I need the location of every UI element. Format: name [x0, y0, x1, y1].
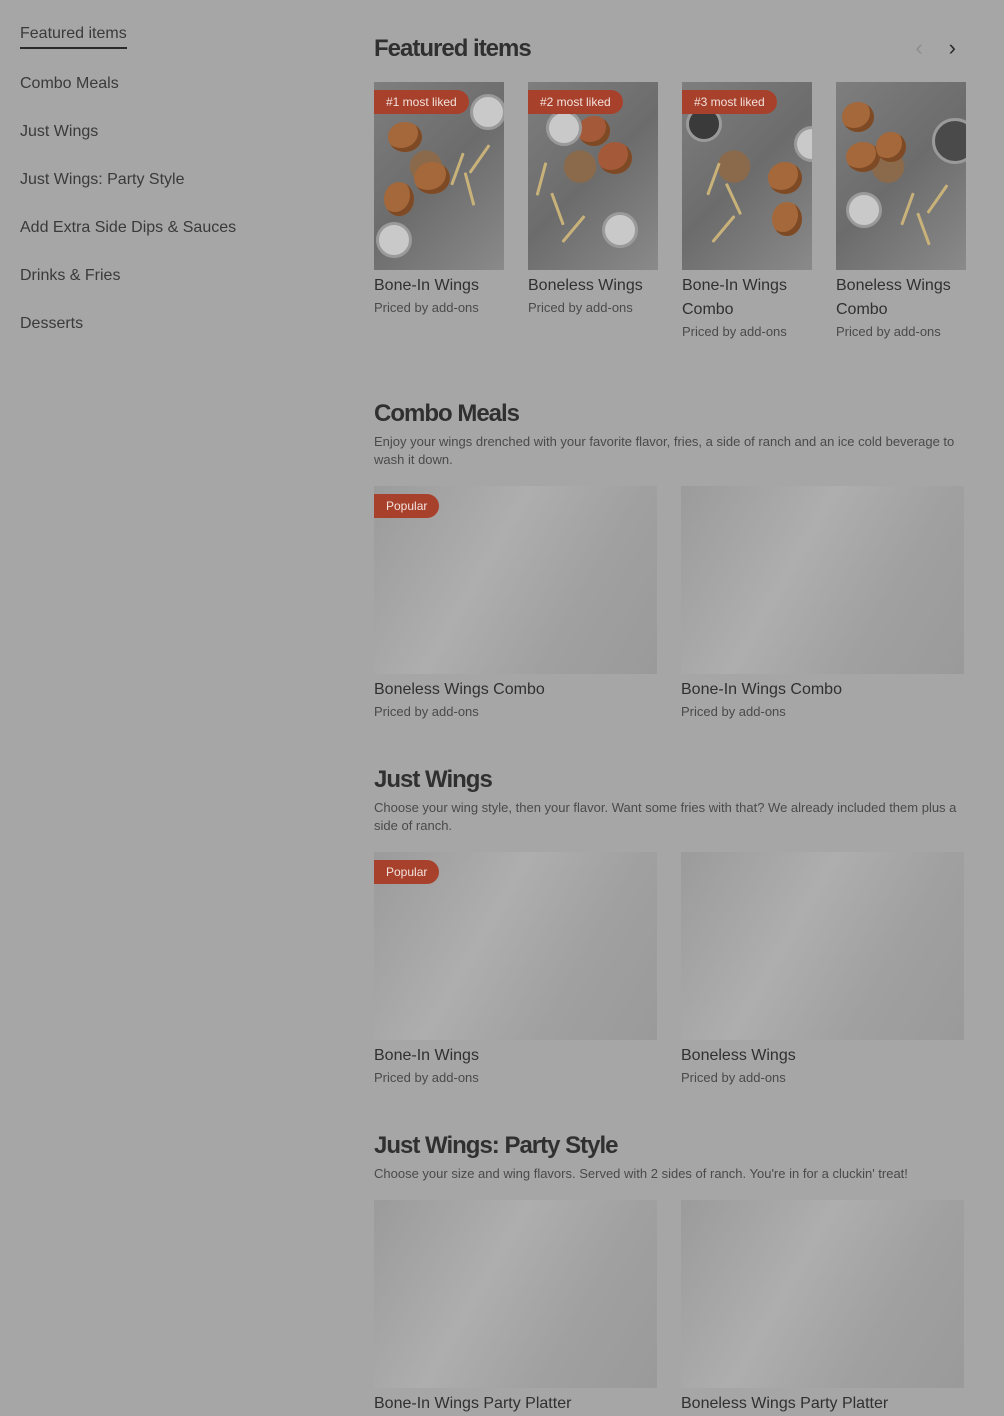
item-price: Priced by add-ons	[374, 704, 479, 719]
featured-item-card[interactable]: #2 most liked Boneless Wings Priced by a…	[528, 82, 658, 395]
menu-item-card[interactable]: Popular Boneless Wings Combo Priced by a…	[374, 486, 657, 761]
featured-carousel: #1 most liked Bone-In Wings Priced by ad…	[374, 82, 966, 395]
item-image: #2 most liked	[528, 82, 658, 270]
featured-section: Featured items ‹ › #1 most liked Bone-In…	[374, 30, 966, 395]
item-price: Priced by add-ons	[374, 1070, 479, 1085]
menu-item-card[interactable]: Boneless Wings Party Platter	[681, 1200, 964, 1416]
item-image	[681, 1200, 964, 1388]
item-name: Bone-In Wings	[374, 277, 479, 294]
popular-badge: Popular	[374, 860, 440, 884]
sidebar-item-desserts[interactable]: Desserts	[20, 310, 320, 358]
item-grid: Popular Boneless Wings Combo Priced by a…	[374, 486, 964, 761]
menu-item-card[interactable]: Bone-In Wings Combo Priced by add-ons	[681, 486, 964, 761]
sidebar-item-combo-meals[interactable]: Combo Meals	[20, 70, 320, 118]
item-name: Boneless Wings Combo	[374, 681, 545, 698]
sidebar-item-side-dips[interactable]: Add Extra Side Dips & Sauces	[20, 214, 320, 262]
sidebar-item-featured-items[interactable]: Featured items	[20, 20, 320, 70]
section-description: Choose your wing style, then your flavor…	[374, 800, 957, 833]
sidebar-item-label: Combo Meals	[20, 75, 119, 92]
rank-badge: #2 most liked	[528, 90, 623, 114]
item-image: #3 most liked	[682, 82, 812, 270]
sidebar-item-label: Add Extra Side Dips & Sauces	[20, 219, 237, 236]
item-price: Priced by add-ons	[681, 1070, 786, 1085]
section-title: Combo Meals	[374, 400, 520, 427]
rank-badge: #1 most liked	[374, 90, 469, 114]
sidebar-item-drinks-fries[interactable]: Drinks & Fries	[20, 262, 320, 310]
item-price: Priced by add-ons	[528, 300, 633, 315]
category-sidebar: Featured items Combo Meals Just Wings Ju…	[20, 20, 320, 358]
menu-item-card[interactable]: Boneless Wings Priced by add-ons	[681, 852, 964, 1127]
item-price: Priced by add-ons	[374, 300, 479, 315]
item-name: Boneless Wings Combo	[836, 277, 951, 318]
featured-header: Featured items ‹ ›	[374, 30, 964, 82]
section-description: Choose your size and wing flavors. Serve…	[374, 1166, 908, 1181]
item-name: Bone-In Wings Party Platter	[374, 1395, 572, 1412]
item-image	[374, 1200, 657, 1388]
section-description: Enjoy your wings drenched with your favo…	[374, 434, 955, 467]
item-price: Priced by add-ons	[836, 324, 941, 339]
section-title: Just Wings	[374, 766, 493, 793]
item-grid: Popular Bone-In Wings Priced by add-ons …	[374, 852, 964, 1127]
rank-badge: #3 most liked	[682, 90, 777, 114]
just-wings-section: Just Wings Choose your wing style, then …	[374, 761, 964, 1127]
section-title: Just Wings: Party Style	[374, 1132, 619, 1159]
sidebar-item-just-wings[interactable]: Just Wings	[20, 118, 320, 166]
item-name: Boneless Wings Party Platter	[681, 1395, 889, 1412]
item-grid: Bone-In Wings Party Platter Boneless Win…	[374, 1200, 964, 1416]
item-image: #1 most liked	[374, 82, 504, 270]
party-style-section: Just Wings: Party Style Choose your size…	[374, 1127, 964, 1416]
item-image	[681, 486, 964, 674]
section-title: Featured items	[374, 35, 532, 62]
item-price: Priced by add-ons	[681, 704, 786, 719]
carousel-nav: ‹ ›	[915, 36, 956, 60]
featured-item-card[interactable]: #1 most liked Bone-In Wings Priced by ad…	[374, 82, 504, 395]
chevron-left-icon[interactable]: ‹	[915, 36, 922, 60]
featured-item-card[interactable]: #3 most liked Bone-In Wings Combo Priced…	[682, 82, 812, 395]
item-name: Bone-In Wings	[374, 1047, 479, 1064]
popular-badge: Popular	[374, 494, 440, 518]
sidebar-item-label: Desserts	[20, 315, 84, 332]
item-image	[836, 82, 966, 270]
menu-content: Featured items ‹ › #1 most liked Bone-In…	[374, 30, 966, 1416]
sidebar-item-label: Just Wings	[20, 123, 99, 140]
chevron-right-icon[interactable]: ›	[949, 36, 956, 60]
menu-item-card[interactable]: Popular Bone-In Wings Priced by add-ons	[374, 852, 657, 1127]
item-name: Boneless Wings	[681, 1047, 796, 1064]
combo-meals-section: Combo Meals Enjoy your wings drenched wi…	[374, 395, 964, 761]
item-image	[681, 852, 964, 1040]
featured-item-card[interactable]: Boneless Wings Combo Priced by add-ons	[836, 82, 966, 395]
sidebar-item-label: Featured items	[20, 21, 127, 49]
item-name: Bone-In Wings Combo	[682, 277, 787, 318]
sidebar-item-label: Drinks & Fries	[20, 267, 121, 284]
sidebar-item-party-style[interactable]: Just Wings: Party Style	[20, 166, 320, 214]
item-name: Boneless Wings	[528, 277, 643, 294]
item-price: Priced by add-ons	[682, 324, 787, 339]
sidebar-item-label: Just Wings: Party Style	[20, 171, 185, 188]
menu-item-card[interactable]: Bone-In Wings Party Platter	[374, 1200, 657, 1416]
item-name: Bone-In Wings Combo	[681, 681, 842, 698]
